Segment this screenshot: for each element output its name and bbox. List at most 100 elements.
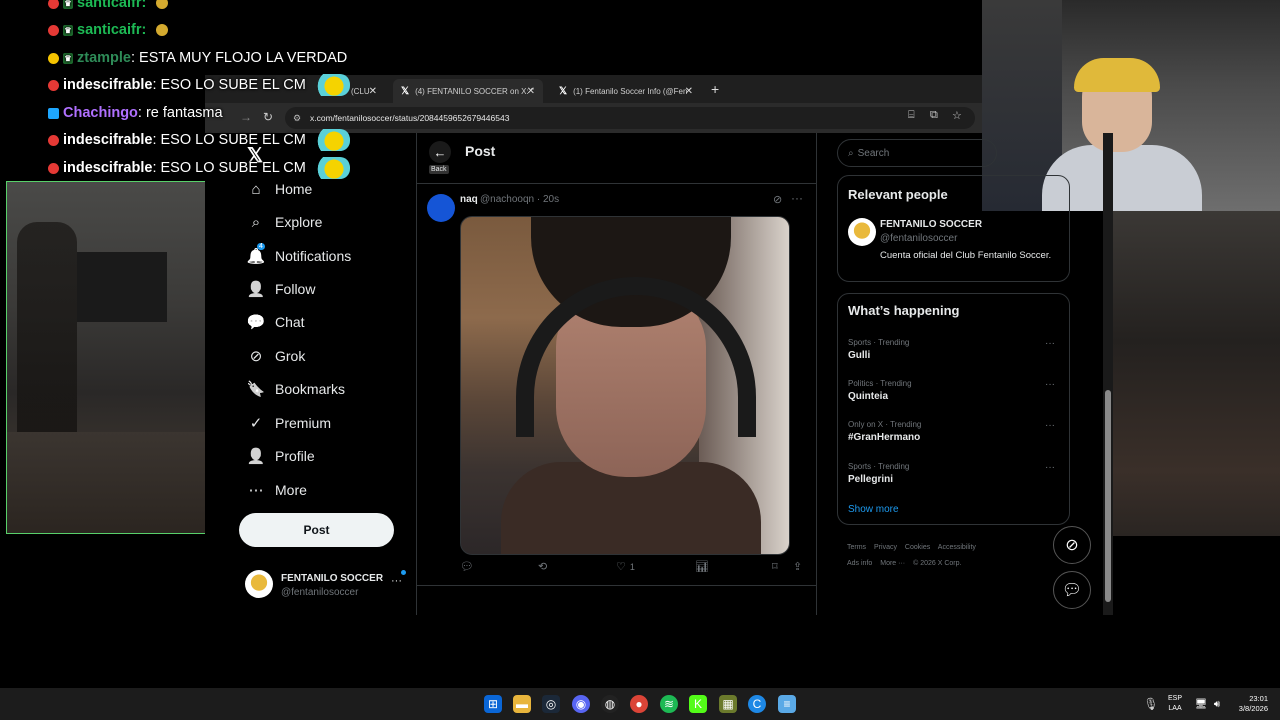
nav-profile[interactable]: 👤 Profile	[245, 441, 315, 471]
share-icon[interactable]: ⇪	[793, 560, 802, 573]
avatar[interactable]	[427, 194, 455, 222]
tweet-author-name[interactable]: naq	[460, 194, 478, 205]
views-icon[interactable]: 📊︎	[695, 560, 709, 573]
person-handle[interactable]: @fentanilosoccer	[880, 233, 957, 244]
chat-sub-badge-icon: ♛	[63, 0, 73, 9]
clock[interactable]: 23:01 3/8/2026	[1232, 694, 1268, 714]
nav-notifications[interactable]: 🔔 4 Notifications	[245, 241, 351, 271]
more-icon[interactable]: ···	[1045, 462, 1055, 473]
kick-icon[interactable]: K	[689, 695, 707, 713]
nav-chat[interactable]: 💬 Chat	[245, 307, 305, 337]
trend-context: Only on X · Trending	[848, 420, 922, 429]
tweet-media[interactable]	[460, 216, 790, 555]
back-tooltip: Back	[429, 165, 449, 174]
translate-icon[interactable]: ⌸	[908, 109, 915, 122]
chrome-icon[interactable]: ●	[630, 695, 648, 713]
discord-icon[interactable]: ◉	[572, 695, 590, 713]
card-title: Relevant people	[848, 187, 948, 202]
chat-username: indescifrable	[63, 77, 153, 93]
more-icon[interactable]: ···	[1045, 338, 1055, 349]
windows-start-icon[interactable]: ⊞	[484, 695, 502, 713]
show-more-link[interactable]: Show more	[848, 504, 899, 515]
close-icon[interactable]: ✕	[527, 86, 535, 97]
profile-icon: 👤	[246, 448, 266, 465]
chat-line: ♛ ztample : ESTA MUY FLOJO LA VERDAD	[48, 45, 347, 71]
nav-label: Grok	[275, 348, 306, 364]
post-header: ← Back Post	[417, 133, 817, 184]
network-icon[interactable]: 🖥︎	[1194, 695, 1208, 713]
nav-explore[interactable]: ⌕ Explore	[245, 207, 323, 237]
tab-2[interactable]: 𝕏 (4) FENTANILO SOCCER on X: " ✕	[393, 79, 543, 103]
footer-link[interactable]: Terms	[847, 544, 866, 551]
close-icon[interactable]: ✕	[685, 86, 693, 97]
new-tab-button[interactable]: +	[711, 81, 719, 97]
avatar[interactable]	[848, 218, 876, 246]
stream-chat-overlay: ♛ santicaifr: ♛ santicaifr: ♛ ztample : …	[48, 0, 378, 180]
trend-topic: Gulli	[848, 350, 871, 361]
trend-item[interactable]: Only on X · Trending #GranHermano ···	[848, 420, 1063, 443]
page-scrollbar[interactable]	[1103, 133, 1113, 615]
clock-time: 23:01	[1249, 694, 1268, 703]
app-c-icon[interactable]: C	[748, 695, 766, 713]
install-app-icon[interactable]: ⧉	[930, 109, 938, 122]
relevant-people-card: Relevant people FENTANILO SOCCER @fentan…	[837, 175, 1070, 282]
grok-fab-icon[interactable]: ⊘	[1053, 526, 1091, 564]
account-switcher[interactable]: FENTANILO SOCCER @fentanilosoccer ···	[245, 570, 410, 600]
trend-item[interactable]: Politics · Trending Quinteia ···	[848, 379, 1063, 402]
footer-link[interactable]: More ···	[880, 560, 905, 567]
volume-icon[interactable]: 🔊︎	[1210, 695, 1224, 713]
like-button[interactable]: ♡ 1	[616, 560, 635, 573]
spotify-icon[interactable]: ≋	[660, 695, 678, 713]
bookmark-star-icon[interactable]: ☆	[952, 109, 962, 122]
microphone-icon[interactable]: 🎙︎	[1143, 695, 1158, 713]
scrollbar-thumb[interactable]	[1105, 390, 1111, 602]
nav-label: Notifications	[275, 248, 352, 264]
footer-link[interactable]: Privacy	[874, 544, 897, 551]
account-name: FENTANILO SOCCER	[281, 573, 384, 584]
verified-icon: ✓	[249, 415, 263, 432]
nav-bookmarks[interactable]: 🔖 Bookmarks	[245, 374, 345, 404]
chat-emote-icon	[156, 24, 169, 36]
trend-item[interactable]: Sports · Trending Pellegrini ···	[848, 462, 1063, 485]
trend-item[interactable]: Sports · Trending Gulli ···	[848, 338, 1063, 361]
reply-icon[interactable]: 💬︎	[460, 560, 474, 573]
bell-icon: 🔔 4	[246, 243, 266, 265]
nav-grok[interactable]: ⊘ Grok	[245, 341, 306, 371]
bookmark-icon[interactable]: ⌑	[772, 560, 778, 573]
main-column: ← Back Post naq @nachooqn · 20s ⊘ ··· 💬︎…	[417, 133, 817, 615]
post-button[interactable]: Post	[239, 513, 394, 547]
nav-label: Bookmarks	[275, 381, 346, 397]
more-icon[interactable]: ···	[791, 191, 803, 205]
nav-premium[interactable]: ✓ Premium	[245, 408, 331, 438]
notepad-icon[interactable]: ≡	[778, 695, 796, 713]
tweet-author-meta[interactable]: @nachooqn · 20s	[480, 194, 559, 205]
trend-context: Sports · Trending	[848, 338, 910, 347]
footer-link[interactable]: Accessibility	[938, 544, 976, 551]
app-icon[interactable]: ▦	[719, 695, 737, 713]
trend-topic: Pellegrini	[848, 474, 894, 485]
steam-icon[interactable]: ◎	[542, 695, 560, 713]
bookmark-icon: 🔖	[246, 381, 266, 398]
more-icon[interactable]: ···	[391, 575, 402, 587]
back-arrow-icon[interactable]: ←	[429, 141, 451, 163]
footer-link[interactable]: Ads info	[847, 560, 872, 567]
language-indicator[interactable]: ESP LAA	[1168, 694, 1182, 714]
webcam-left	[6, 181, 206, 534]
obs-icon[interactable]: ◍	[601, 695, 619, 713]
tab-label: (1) Fentanilo Soccer Info (@Fen	[573, 86, 688, 96]
footer-link[interactable]: Cookies	[905, 544, 930, 551]
repost-icon[interactable]: ⟲	[538, 560, 547, 573]
chat-username: indescifrable	[63, 132, 153, 148]
tab-3[interactable]: 𝕏 (1) Fentanilo Soccer Info (@Fen ✕	[551, 79, 701, 103]
chat-fab-icon[interactable]: 💬︎	[1053, 571, 1091, 609]
nav-label: Premium	[275, 415, 332, 431]
search-input[interactable]: ⌕ Search	[837, 139, 997, 167]
person-name[interactable]: FENTANILO SOCCER	[880, 219, 982, 230]
nav-follow[interactable]: 👤 Follow	[245, 274, 316, 304]
grok-icon[interactable]: ⊘	[773, 193, 782, 206]
more-icon[interactable]: ···	[1045, 420, 1055, 431]
nav-more[interactable]: ⋯ More	[245, 475, 307, 505]
more-icon[interactable]: ···	[1045, 379, 1055, 390]
file-explorer-icon[interactable]: ▬	[513, 695, 531, 713]
url-field[interactable]: ⚙ x.com/fentanilosoccer/status/208445965…	[285, 107, 975, 129]
